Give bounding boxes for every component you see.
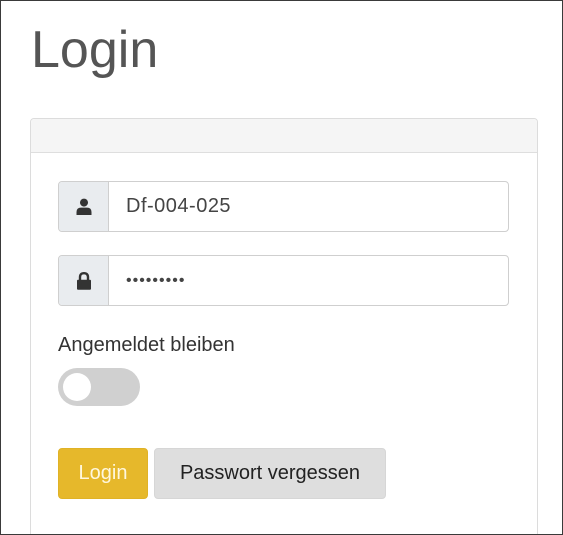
forgot-password-button[interactable]: Passwort vergessen	[154, 448, 386, 499]
username-addon	[59, 182, 109, 231]
login-button[interactable]: Login	[58, 448, 148, 499]
username-input[interactable]	[109, 182, 508, 231]
lock-icon	[76, 271, 92, 290]
toggle-knob	[63, 373, 91, 401]
remember-me-toggle[interactable]	[58, 368, 140, 406]
password-addon	[59, 256, 109, 305]
card-header	[31, 119, 537, 153]
username-input-group	[58, 181, 509, 232]
login-card: Angemeldet bleiben Login Passwort verges…	[30, 118, 538, 534]
login-page: Login Df-004-025 ••••••••• Angemeldet bl…	[0, 0, 563, 535]
password-input[interactable]	[109, 256, 508, 305]
user-icon	[76, 198, 92, 215]
remember-me-label: Angemeldet bleiben	[58, 334, 235, 356]
password-input-group	[58, 255, 509, 306]
page-title: Login	[31, 21, 159, 79]
